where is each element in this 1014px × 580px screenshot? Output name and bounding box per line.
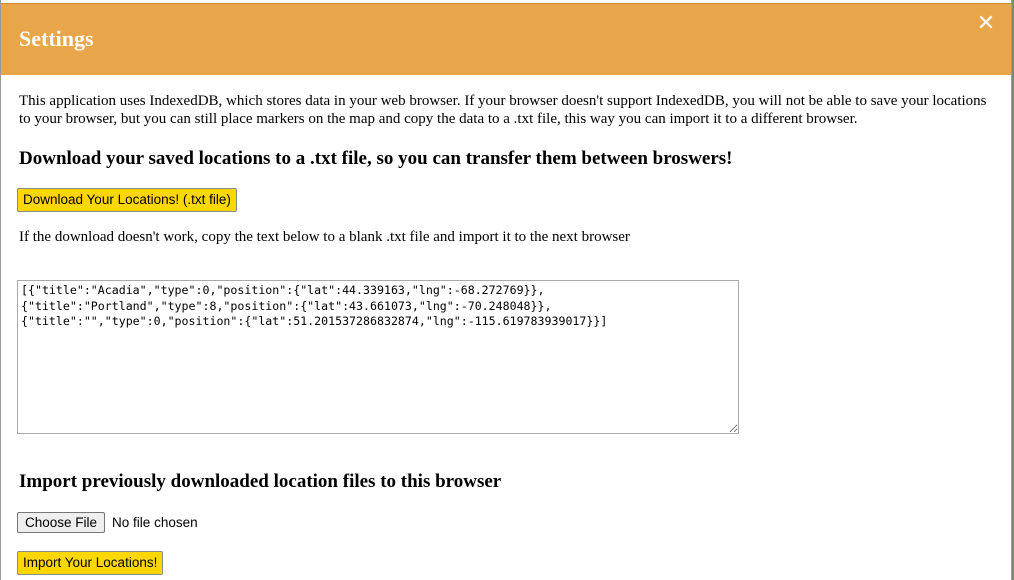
download-heading: Download your saved locations to a .txt … [19, 148, 733, 169]
file-status-text: No file chosen [112, 515, 198, 530]
import-heading: Import previously downloaded location fi… [19, 471, 502, 492]
download-locations-button[interactable]: Download Your Locations! (.txt file) [17, 188, 237, 212]
import-locations-button[interactable]: Import Your Locations! [17, 551, 164, 575]
close-icon[interactable]: ✕ [975, 13, 997, 35]
download-fallback-note: If the download doesn't work, copy the t… [19, 229, 630, 245]
intro-text: This application uses IndexedDB, which s… [19, 93, 987, 127]
settings-modal: Settings ✕ This application uses Indexed… [0, 0, 1012, 580]
file-input[interactable]: Choose File No file chosen [17, 512, 198, 534]
choose-file-button[interactable]: Choose File [17, 512, 106, 533]
modal-header: Settings ✕ [1, 3, 1011, 75]
modal-title: Settings [19, 26, 94, 51]
locations-json-textarea[interactable]: [{"title":"Acadia","type":0,"position":{… [17, 280, 739, 434]
